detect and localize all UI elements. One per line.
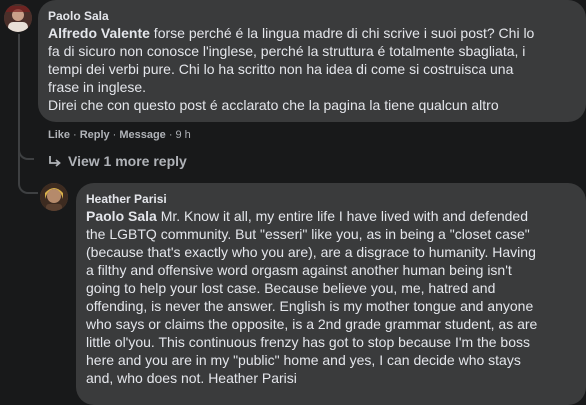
view-more-replies-button[interactable]: View 1 more reply [48,152,187,170]
thread-connector-reply [18,160,38,194]
view-more-label: View 1 more reply [68,153,187,169]
comment-line: Mr. Know it all, my entire life I have l… [156,208,529,224]
reply-arrow-icon [49,156,61,167]
comment-line: here and you are in my "public" home and… [86,352,521,368]
separator: · [168,129,173,141]
comment-line: Direi che con questo post é acclarato ch… [48,97,499,113]
timestamp[interactable]: 9 h [175,129,190,141]
comment-line: (because that's exactly who you are), ar… [86,244,536,260]
separator: · [73,129,77,141]
avatar-image [4,4,32,32]
comment-author[interactable]: Paolo Sala [48,8,576,24]
comment-actions: Like · Reply · Message · 9 h [48,128,191,142]
comment-bubble: Paolo Sala Alfredo Valente forse perché … [38,0,586,122]
comment-text: Paolo Sala Mr. Know it all, my entire li… [86,207,576,387]
comment-line: forse perché é la lingua madre di chi sc… [149,25,535,41]
comment-line: little ol'you. This continuous frenzy ha… [86,334,531,350]
mention-link[interactable]: Paolo Sala [86,208,157,224]
like-button[interactable]: Like [48,129,70,141]
comment-text: Alfredo Valente forse perché é la lingua… [48,24,576,114]
reply-bubble: Heather Parisi Paolo Sala Mr. Know it al… [76,183,586,405]
comment-line: frase in inglese. [48,79,147,95]
comment-line: going to help your lost case. Because be… [86,280,496,296]
reply-button[interactable]: Reply [80,129,110,141]
comment-line: tempi dei verbi pure. Chi lo ha scritto … [48,61,514,77]
comment-line: a filthy and offensive word orgasm again… [86,262,512,278]
avatar-image [40,183,68,211]
message-button[interactable]: Message [119,129,165,141]
thread-connector-view-more [18,124,34,160]
comment-line: who says or claims the opposite, is a 2n… [86,316,538,332]
mention-link[interactable]: Alfredo Valente [48,25,150,41]
avatar[interactable] [4,4,32,32]
avatar[interactable] [40,183,68,211]
comment-line: fa di sicuro non conosce l'inglese, perc… [48,43,526,59]
comment-line: and, who does not. Heather Parisi [86,370,297,386]
comment-line: the LGBTQ community. But "esseri" like y… [86,226,530,242]
comment-line: offending, is never the answer. English … [86,298,534,314]
separator: · [112,129,117,141]
comment-author[interactable]: Heather Parisi [86,191,576,207]
